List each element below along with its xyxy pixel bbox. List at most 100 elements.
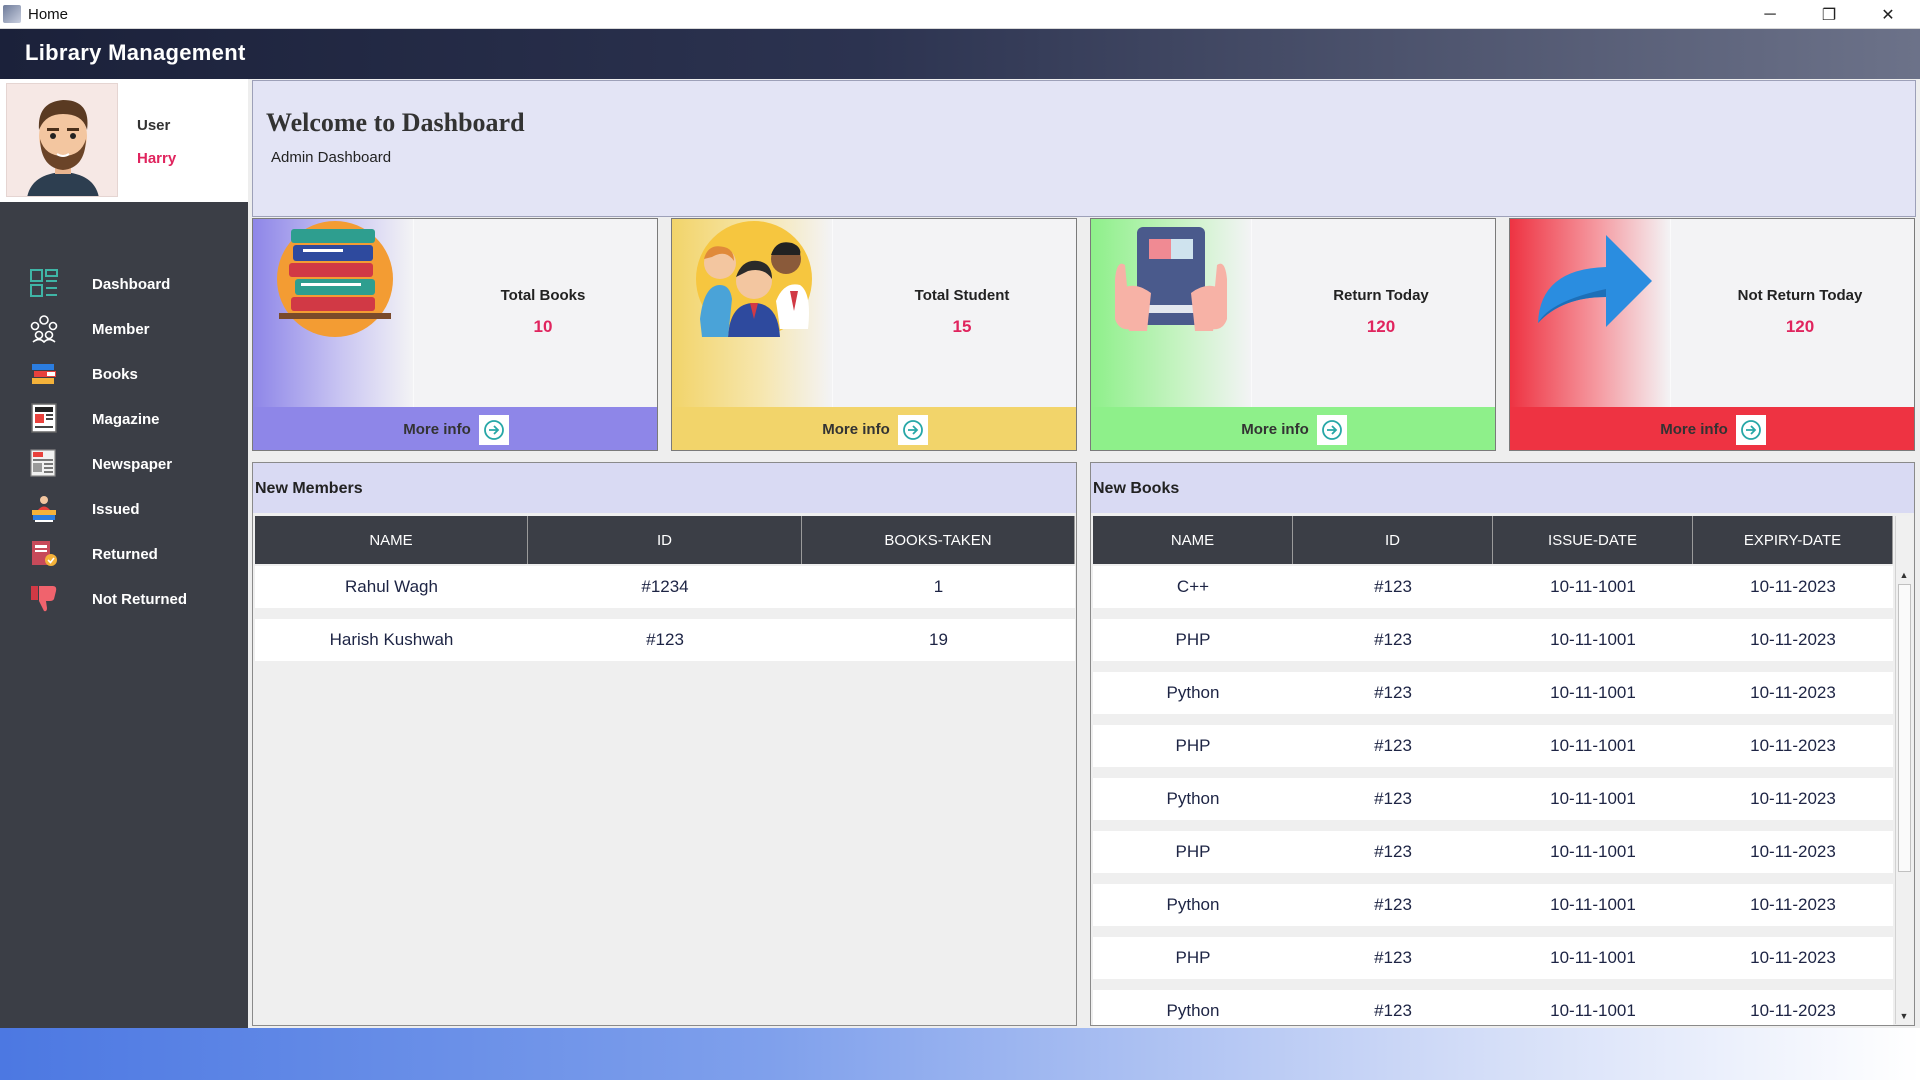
cell-issue-date: 10-11-1001 (1550, 630, 1636, 649)
panel-title: New Members (255, 480, 363, 497)
sidebar-item-issued[interactable]: Issued (0, 486, 248, 531)
cell-issue-date: 10-11-1001 (1550, 895, 1636, 914)
minimize-button[interactable]: ─ (1741, 0, 1799, 29)
cell-expiry-date: 10-11-2023 (1750, 1001, 1836, 1020)
column-header[interactable]: NAME (255, 516, 528, 564)
cell-name: C++ (1176, 577, 1210, 596)
cell-expiry-date: 10-11-2023 (1750, 736, 1836, 755)
sidebar-nav: Dashboard Member Books Magazine Newspape… (0, 261, 248, 621)
window-titlebar: Home ─ ❐ ✕ (0, 0, 1920, 29)
more-info-button[interactable] (478, 414, 509, 445)
sidebar-item-dashboard[interactable]: Dashboard (0, 261, 248, 306)
table-row[interactable]: PHP #123 10-11-1001 10-11-2023 (1093, 937, 1893, 979)
cell-issue-date: 10-11-1001 (1550, 948, 1636, 967)
more-info-link[interactable]: More info (1241, 421, 1309, 438)
card-divider (1670, 219, 1671, 407)
table-row[interactable]: PHP #123 10-11-1001 10-11-2023 (1093, 619, 1893, 661)
magazine-icon (28, 402, 60, 434)
share-arrow-icon (1510, 219, 1670, 407)
table-row[interactable]: Python #123 10-11-1001 10-11-2023 (1093, 778, 1893, 820)
app-brand: Library Management (25, 40, 246, 65)
card-value: 120 (1366, 317, 1396, 336)
cell-id: #123 (1374, 683, 1412, 702)
table-row[interactable]: Harish Kushwah #123 19 (255, 619, 1075, 661)
column-header[interactable]: ID (528, 516, 802, 564)
more-info-button[interactable] (1735, 414, 1766, 445)
sidebar-item-books[interactable]: Books (0, 351, 248, 396)
cell-issue-date: 10-11-1001 (1550, 683, 1636, 702)
sidebar-item-newspaper[interactable]: Newspaper (0, 441, 248, 486)
cell-id: #123 (1374, 630, 1412, 649)
sidebar-item-label: Not Returned (92, 591, 187, 608)
sidebar-item-member[interactable]: Member (0, 306, 248, 351)
column-header[interactable]: NAME (1093, 516, 1293, 564)
books-table-body: C++ #123 10-11-1001 10-11-2023 PHP #123 … (1093, 566, 1893, 1025)
cell-id: #123 (1374, 895, 1412, 914)
more-info-link[interactable]: More info (403, 421, 471, 438)
issued-icon (28, 492, 60, 524)
more-info-button[interactable] (1316, 414, 1347, 445)
column-header[interactable]: BOOKS-TAKEN (802, 516, 1075, 564)
cell-name: Harish Kushwah (329, 630, 454, 649)
close-button[interactable]: ✕ (1859, 0, 1917, 29)
welcome-panel: Welcome to Dashboard Admin Dashboard (252, 80, 1916, 217)
stat-card-not-return-today: Not Return Today 120 More info (1509, 218, 1915, 451)
arrow-right-circle-icon (902, 419, 923, 440)
more-info-link[interactable]: More info (822, 421, 890, 438)
restore-button[interactable]: ❐ (1800, 0, 1858, 29)
scroll-down-icon[interactable]: ▼ (1896, 1007, 1912, 1024)
cell-id: #123 (646, 630, 684, 649)
stat-card-total-books: Total Books 10 More info (252, 218, 658, 451)
stat-card-return-today: Return Today 120 More info (1090, 218, 1496, 451)
card-value: 120 (1785, 317, 1815, 336)
card-title: Return Today (1333, 287, 1429, 304)
sidebar-item-label: Books (92, 366, 138, 383)
sidebar-item-label: Member (92, 321, 150, 338)
vertical-scrollbar[interactable]: ▲ ▼ (1895, 516, 1912, 1024)
user-profile: User Harry (0, 79, 248, 202)
thumbs-down-icon (28, 582, 60, 614)
sidebar-item-magazine[interactable]: Magazine (0, 396, 248, 441)
sidebar-item-label: Magazine (92, 411, 160, 428)
column-header[interactable]: ISSUE-DATE (1493, 516, 1693, 564)
cell-name: PHP (1175, 948, 1211, 967)
table-row[interactable]: Python #123 10-11-1001 10-11-2023 (1093, 672, 1893, 714)
cell-name: Python (1166, 1001, 1220, 1020)
column-header[interactable]: EXPIRY-DATE (1693, 516, 1893, 564)
cell-expiry-date: 10-11-2023 (1750, 948, 1836, 967)
user-name: Harry (137, 150, 177, 167)
card-footer: More info (253, 407, 657, 450)
more-info-link[interactable]: More info (1660, 421, 1728, 438)
table-row[interactable]: Python #123 10-11-1001 10-11-2023 (1093, 884, 1893, 926)
newspaper-icon (28, 447, 60, 479)
cell-issue-date: 10-11-1001 (1550, 842, 1636, 861)
card-value: 10 (533, 317, 553, 336)
card-title: Not Return Today (1737, 287, 1863, 304)
cell-issue-date: 10-11-1001 (1550, 577, 1636, 596)
more-info-button[interactable] (897, 414, 928, 445)
sidebar-item-returned[interactable]: Returned (0, 531, 248, 576)
arrow-right-circle-icon (483, 419, 504, 440)
cell-id: #123 (1374, 1001, 1412, 1020)
cell-name: PHP (1175, 630, 1211, 649)
arrow-right-circle-icon (1740, 419, 1761, 440)
card-divider (832, 219, 833, 407)
table-row[interactable]: Python #123 10-11-1001 10-11-2023 (1093, 990, 1893, 1025)
returned-icon (28, 537, 60, 569)
cell-issue-date: 10-11-1001 (1550, 1001, 1636, 1020)
main-content: Welcome to Dashboard Admin Dashboard Tot… (248, 79, 1920, 1028)
members-table-header: NAME ID BOOKS-TAKEN (255, 516, 1075, 564)
column-header[interactable]: ID (1293, 516, 1493, 564)
sidebar-item-not-returned[interactable]: Not Returned (0, 576, 248, 621)
app-icon (3, 5, 21, 23)
new-members-panel: New Members NAME ID BOOKS-TAKEN Rahul Wa… (252, 462, 1077, 1026)
card-divider (413, 219, 414, 407)
scrollbar-thumb[interactable] (1898, 584, 1911, 872)
table-row[interactable]: PHP #123 10-11-1001 10-11-2023 (1093, 831, 1893, 873)
scroll-up-icon[interactable]: ▲ (1896, 566, 1912, 583)
cell-id: #123 (1374, 789, 1412, 808)
cell-issue-date: 10-11-1001 (1550, 789, 1636, 808)
table-row[interactable]: Rahul Wagh #1234 1 (255, 566, 1075, 608)
table-row[interactable]: PHP #123 10-11-1001 10-11-2023 (1093, 725, 1893, 767)
table-row[interactable]: C++ #123 10-11-1001 10-11-2023 (1093, 566, 1893, 608)
